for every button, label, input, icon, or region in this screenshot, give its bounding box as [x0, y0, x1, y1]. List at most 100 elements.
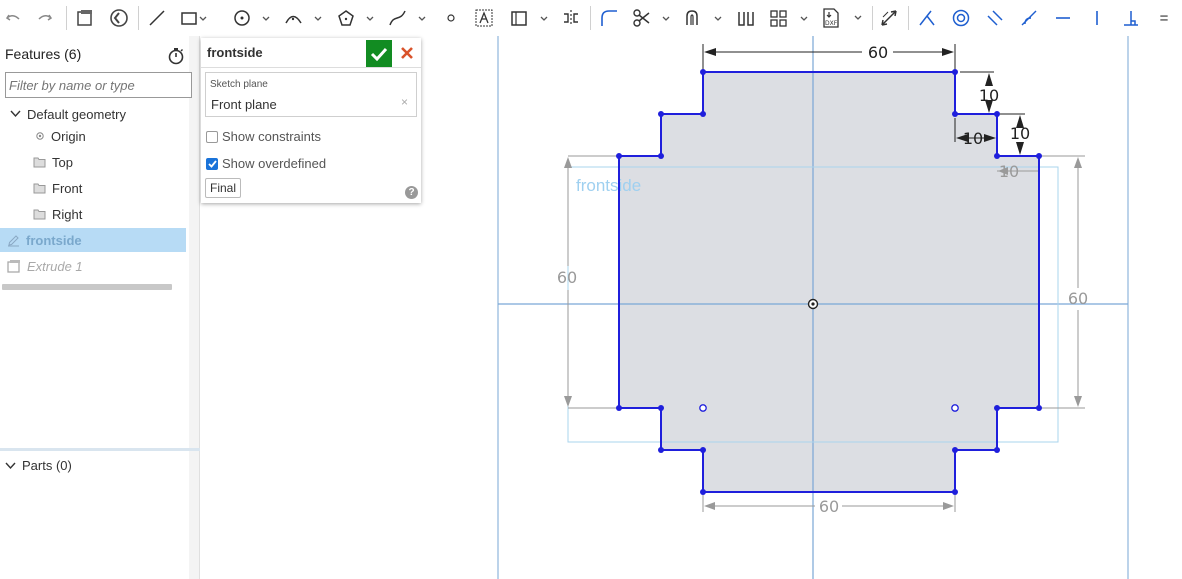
- rollback-timer-icon[interactable]: [167, 47, 185, 68]
- tree-item-label: Extrude 1: [27, 258, 83, 274]
- dimension-right-height[interactable]: 60: [1068, 289, 1088, 308]
- origin-point-icon[interactable]: [807, 298, 819, 310]
- sketch-toolbar: DXF =: [0, 0, 1182, 36]
- parts-label: Parts (0): [22, 458, 72, 473]
- plane-icon: [33, 209, 46, 220]
- checkbox-label: Show overdefined: [222, 156, 327, 171]
- text-icon[interactable]: [472, 6, 496, 30]
- feature-tree-scrollbar[interactable]: [189, 36, 199, 579]
- redo-icon[interactable]: [36, 6, 54, 30]
- dimension-left-height[interactable]: 60: [557, 268, 577, 287]
- sketch-plane-field[interactable]: Sketch plane Front plane ×: [205, 72, 417, 117]
- toolbar-separator: [590, 6, 591, 30]
- cancel-button[interactable]: [397, 43, 417, 63]
- dimension-right-step-v[interactable]: 10: [979, 86, 999, 105]
- dimension-bottom-width[interactable]: 60: [819, 497, 839, 516]
- tree-item-label: Origin: [51, 128, 86, 144]
- toolbar-separator: [138, 6, 139, 30]
- chevron-down-icon[interactable]: [10, 110, 21, 118]
- grid-pattern-icon[interactable]: [768, 6, 812, 30]
- check-icon: [207, 159, 217, 168]
- pattern-icon[interactable]: [734, 6, 758, 30]
- dimension-right-step-v2[interactable]: 10: [1010, 124, 1030, 143]
- point-icon[interactable]: [444, 6, 458, 30]
- rectangle-icon[interactable]: [178, 6, 208, 30]
- horizontal-icon[interactable]: [1052, 6, 1074, 30]
- equal-icon[interactable]: =: [1154, 6, 1174, 30]
- close-icon: [401, 47, 413, 59]
- tangent-icon[interactable]: [1018, 6, 1040, 30]
- vertical-icon[interactable]: [1086, 6, 1108, 30]
- toolbar-separator: [872, 6, 873, 30]
- toolbar-separator: [66, 6, 67, 30]
- checkbox-label: Show constraints: [222, 129, 321, 144]
- construction-icon[interactable]: [508, 6, 552, 30]
- sketch-tool-icon[interactable]: [108, 6, 130, 30]
- sketch-point[interactable]: [699, 404, 707, 412]
- fillet-icon[interactable]: [598, 6, 620, 30]
- tree-item-origin[interactable]: Origin: [0, 124, 186, 148]
- sketch-icon[interactable]: [74, 6, 96, 30]
- tree-item-label: Default geometry: [27, 106, 126, 122]
- tree-item-default-geometry[interactable]: Default geometry: [0, 102, 186, 126]
- arc-icon[interactable]: [282, 6, 326, 30]
- dimension-top-width[interactable]: 60: [868, 43, 888, 62]
- dxf-import-icon[interactable]: DXF: [820, 6, 866, 30]
- spline-icon[interactable]: [386, 6, 430, 30]
- extrude-icon: [7, 259, 21, 273]
- coincident-icon[interactable]: [916, 6, 938, 30]
- final-button[interactable]: Final: [205, 178, 242, 198]
- plane-icon: [33, 183, 46, 194]
- toolbar-separator: [908, 6, 909, 30]
- perpendicular-icon[interactable]: [1120, 6, 1142, 30]
- plane-icon: [33, 157, 46, 168]
- tree-item-front-plane[interactable]: Front: [0, 176, 186, 200]
- undo-icon[interactable]: [4, 6, 22, 30]
- dimension-right-step-h[interactable]: 10: [963, 129, 983, 148]
- dialog-divider: [201, 67, 421, 68]
- chevron-down-icon[interactable]: [5, 462, 16, 470]
- check-icon: [370, 47, 388, 61]
- rollback-bar[interactable]: [2, 284, 172, 290]
- sketch-dialog: frontside Sketch plane Front plane × Sho…: [201, 38, 421, 203]
- tree-item-label: Top: [52, 154, 73, 170]
- polygon-icon[interactable]: [334, 6, 378, 30]
- show-constraints-checkbox[interactable]: Show constraints: [206, 129, 321, 144]
- tree-item-right-plane[interactable]: Right: [0, 202, 186, 226]
- feature-tree-panel: Features (6) Default geometry Origin Top…: [0, 36, 200, 579]
- tree-item-extrude-1[interactable]: Extrude 1: [0, 254, 186, 278]
- checkbox-box[interactable]: [206, 157, 218, 170]
- clear-plane-icon[interactable]: ×: [401, 95, 408, 109]
- tree-item-label: Right: [52, 206, 83, 222]
- features-title: Features (6): [5, 46, 82, 62]
- circle-icon[interactable]: [230, 6, 274, 30]
- dimension-icon[interactable]: [878, 6, 900, 30]
- origin-icon: [35, 131, 45, 141]
- tree-item-label: Front: [52, 180, 83, 196]
- sketch-plane-label: Sketch plane: [210, 79, 268, 90]
- concentric-icon[interactable]: [950, 6, 972, 30]
- show-overdefined-checkbox[interactable]: Show overdefined: [206, 156, 326, 171]
- offset-icon[interactable]: [682, 6, 726, 30]
- tree-item-top-plane[interactable]: Top: [0, 150, 186, 174]
- feature-filter-input[interactable]: [5, 72, 192, 98]
- checkbox-box[interactable]: [206, 130, 218, 143]
- sketch-name-label: frontside: [576, 176, 641, 195]
- trim-icon[interactable]: [630, 6, 674, 30]
- app-window: DXF = Features (6) Filter by name or typ…: [0, 0, 1182, 579]
- mirror-icon[interactable]: [560, 6, 582, 30]
- sketch-point[interactable]: [951, 404, 959, 412]
- parts-section[interactable]: Parts (0): [5, 458, 72, 473]
- parts-divider[interactable]: [0, 448, 200, 451]
- help-icon[interactable]: ?: [405, 186, 418, 199]
- tree-item-sketch-frontside[interactable]: frontside: [0, 228, 186, 252]
- dimension-right-step-h2[interactable]: 10: [999, 162, 1019, 181]
- sketch-pencil-icon: [7, 234, 20, 247]
- dxf-label: DXF: [825, 20, 838, 27]
- sketch-plane-value: Front plane: [211, 97, 277, 112]
- sketch-name[interactable]: frontside: [207, 45, 263, 60]
- parallel-icon[interactable]: [984, 6, 1006, 30]
- tree-item-label: frontside: [26, 232, 82, 248]
- line-icon[interactable]: [146, 6, 168, 30]
- accept-button[interactable]: [366, 40, 392, 67]
